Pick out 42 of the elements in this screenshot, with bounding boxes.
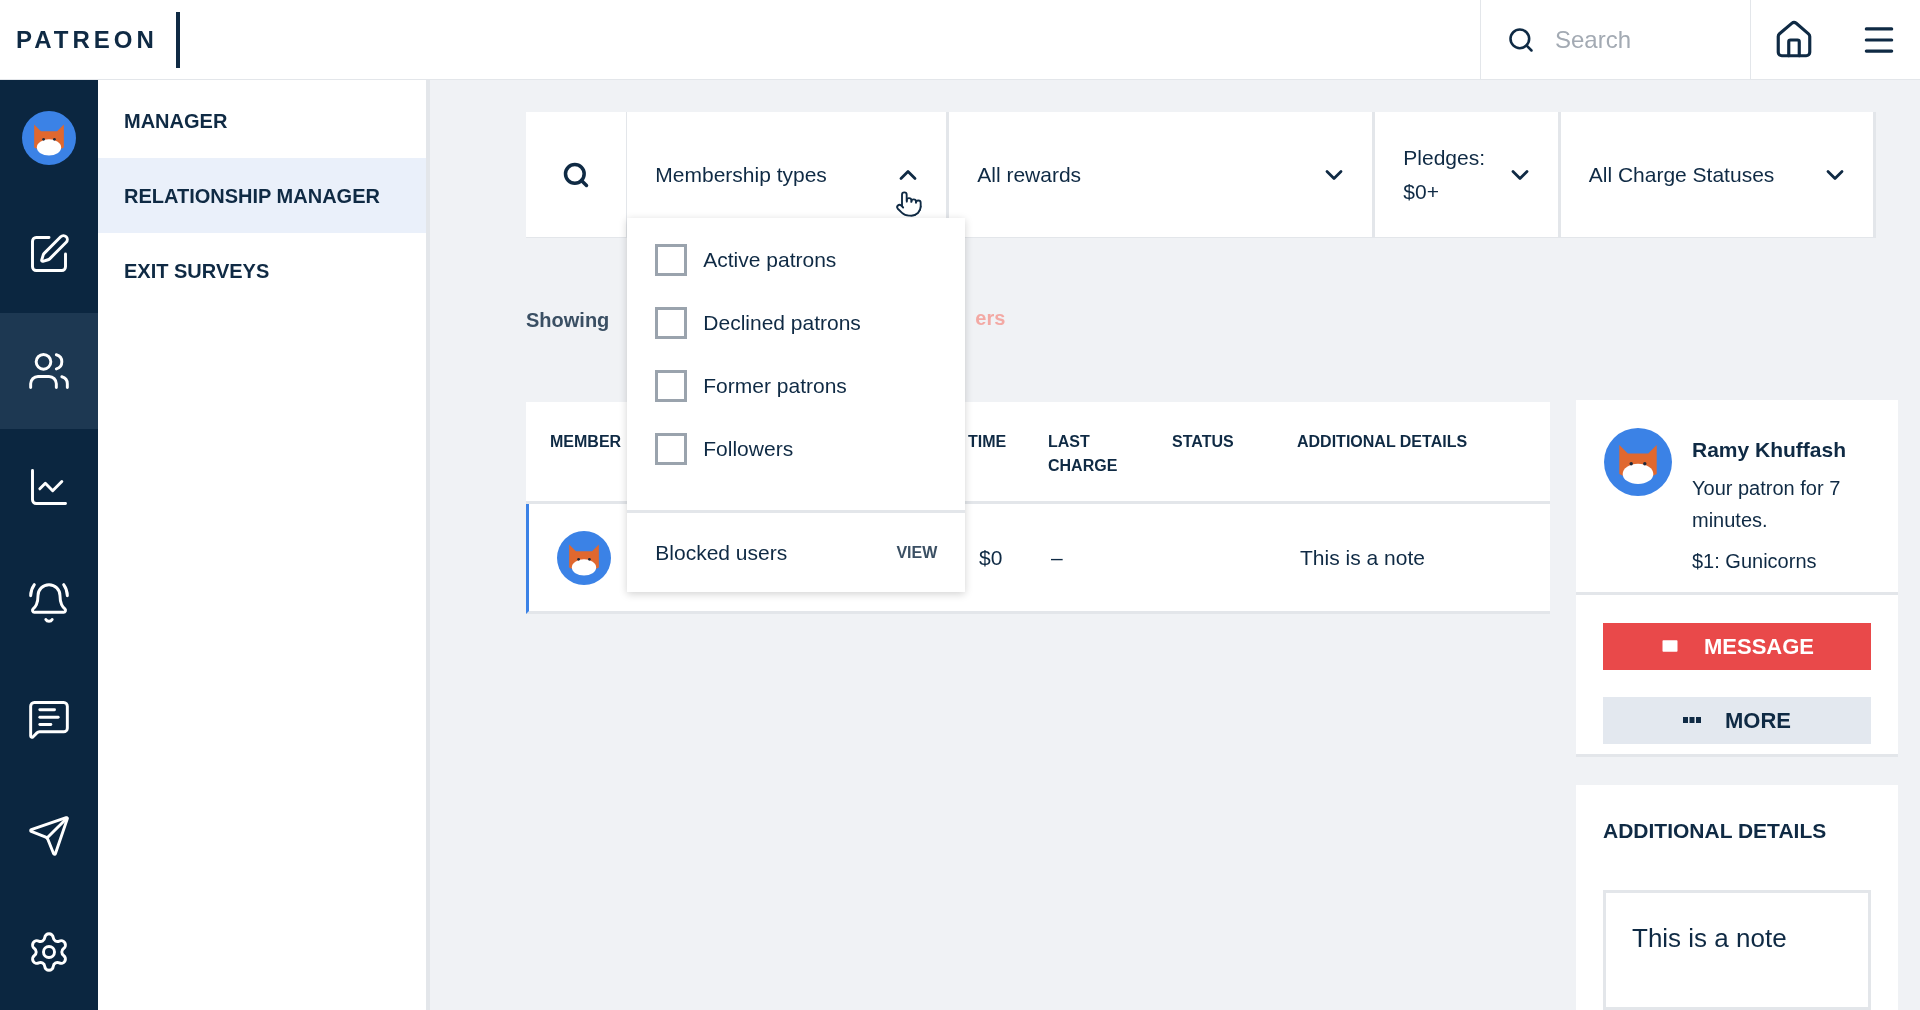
- avatar-icon: [1604, 428, 1672, 496]
- table-cell-text: –: [1051, 544, 1064, 571]
- dropdown-option[interactable]: Former patrons: [627, 354, 966, 417]
- dropdown-option[interactable]: Followers: [627, 417, 966, 480]
- search-icon: [1507, 25, 1535, 54]
- patron-name: Ramy Khuffash: [1692, 437, 1848, 463]
- more-button[interactable]: MORE: [1603, 696, 1871, 744]
- details-title: ADDITIONAL DETAILS: [1603, 817, 1828, 844]
- bell-icon: [27, 581, 71, 626]
- filter-dropdown[interactable]: Membership types: [627, 112, 947, 237]
- showing-text: Showing: [526, 308, 610, 333]
- table-cell-text: $0: [978, 544, 1003, 571]
- column-header: ADDITIONAL DETAILS: [1297, 432, 1468, 452]
- subnav-item[interactable]: MANAGER: [98, 83, 426, 158]
- subnav-item[interactable]: RELATIONSHIP MANAGER: [98, 158, 426, 233]
- filter-dropdown[interactable]: Pledges: $0+: [1375, 112, 1558, 237]
- subnav-item[interactable]: EXIT SURVEYS: [98, 233, 426, 308]
- message-button[interactable]: MESSAGE: [1603, 622, 1871, 670]
- view-link[interactable]: VIEW: [896, 540, 938, 565]
- patreon-logo[interactable]: PATREON: [16, 11, 180, 68]
- checkbox[interactable]: [655, 369, 688, 402]
- checkbox[interactable]: [655, 243, 688, 276]
- column-header: MEMBER: [550, 432, 622, 452]
- reward-tier-text: $1: Gunicorns: [1692, 548, 1818, 574]
- search-icon[interactable]: [562, 160, 591, 189]
- blocked-users-label: Blocked users: [655, 539, 788, 566]
- checkbox[interactable]: [655, 432, 688, 465]
- avatar-icon: [22, 111, 76, 166]
- dropdown-option[interactable]: Declined patrons: [627, 291, 966, 354]
- filter-dropdown[interactable]: All Charge Statuses: [1560, 112, 1873, 237]
- column-header: LAST CHARGE: [1048, 432, 1119, 476]
- checkbox[interactable]: [655, 306, 688, 339]
- table-cell-text: This is a note: [1300, 544, 1426, 571]
- avatar-icon: [557, 530, 611, 585]
- patron-duration: Your patron for 7 minutes.: [1692, 475, 1842, 533]
- ellipsis-icon: [1683, 717, 1701, 723]
- note-field[interactable]: This is a note: [1603, 890, 1871, 1010]
- send-icon: [27, 813, 71, 858]
- search-field[interactable]: Search: [1555, 21, 1735, 58]
- filter-dropdown[interactable]: All rewards: [949, 112, 1373, 237]
- column-header: TIME: [968, 432, 1007, 452]
- column-header: STATUS: [1172, 432, 1234, 452]
